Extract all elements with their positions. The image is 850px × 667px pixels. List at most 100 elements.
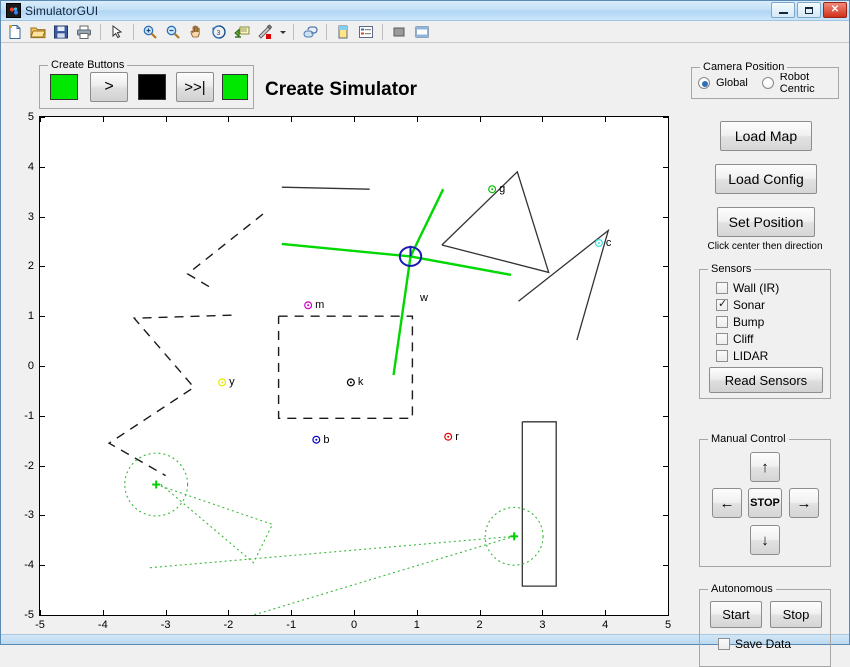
y-tick-label: -3 (24, 509, 34, 522)
x-tick-label: -1 (286, 619, 297, 631)
radio-robot-centric-label: Robot Centric (779, 71, 815, 95)
print-figure-icon[interactable] (73, 22, 95, 42)
beacon-label-c: c (605, 236, 612, 249)
open-file-icon[interactable] (27, 22, 49, 42)
y-tick (40, 266, 45, 268)
plot-axes[interactable]: -5 -4 -3 -2 -1 0 1 2 3 4 5 -5 -4 -3 -2 -1 0 1 2 3 4 5 g c m y k b r… (24, 111, 671, 631)
link-plot-icon[interactable] (299, 22, 321, 42)
sonar-ray-2 (409, 188, 445, 257)
sonar-ray-0 (281, 242, 411, 258)
beacon-label-m: m (315, 299, 325, 312)
zoom-in-icon[interactable] (139, 22, 161, 42)
x-tick (479, 117, 481, 122)
colorbar-icon[interactable] (332, 22, 354, 42)
y-tick-label: 0 (27, 360, 34, 372)
x-tick (40, 610, 41, 615)
maximize-button[interactable] (797, 2, 821, 18)
move-right-button[interactable]: → (789, 488, 819, 518)
autonomous-stop-button[interactable]: Stop (770, 601, 822, 628)
sensor-row-bump[interactable]: Bump (700, 313, 830, 330)
move-down-button[interactable]: ↓ (750, 525, 780, 555)
x-tick-label: 5 (664, 619, 672, 631)
trail-left (156, 482, 274, 564)
x-tick-label: 1 (413, 619, 420, 631)
toolbar-separator (133, 23, 134, 40)
set-position-hint: Click center then direction (707, 241, 823, 252)
window-title: SimulatorGUI (25, 3, 99, 18)
x-tick-label: -5 (35, 619, 45, 631)
brush-icon[interactable] (254, 22, 276, 42)
y-tick (40, 615, 45, 616)
save-data-row[interactable]: Save Data (700, 635, 791, 652)
y-tick (40, 565, 45, 567)
checkbox-sonar-label: Sonar (733, 297, 766, 312)
set-position-button[interactable]: Set Position (717, 207, 815, 237)
radio-global-label: Global (716, 77, 748, 89)
toolbar-separator (293, 23, 294, 40)
y-tick (40, 465, 45, 467)
close-button[interactable]: ✕ (823, 2, 847, 18)
pointer-select-icon[interactable] (106, 22, 128, 42)
radio-robot-centric[interactable] (761, 77, 774, 89)
save-figure-icon[interactable] (50, 22, 72, 42)
x-tick (40, 117, 41, 122)
move-left-button[interactable]: ← (712, 488, 742, 518)
stop-button[interactable]: STOP (748, 488, 782, 518)
x-tick-label: 2 (476, 619, 483, 631)
y-tick-label: -1 (24, 409, 34, 422)
radio-global[interactable] (698, 77, 710, 89)
checkbox-sonar[interactable] (716, 297, 728, 311)
x-tick-label: -2 (223, 619, 234, 631)
rotate-3d-icon[interactable]: 3 (208, 22, 230, 42)
checkbox-cliff[interactable] (716, 332, 728, 345)
checkbox-save-data[interactable] (718, 637, 730, 650)
sensor-row-wall-ir[interactable]: Wall (IR) (700, 279, 830, 296)
load-config-button[interactable]: Load Config (715, 164, 817, 194)
sensors-panel: Sensors Wall (IR) Sonar Bump (699, 263, 831, 399)
x-tick-label: 0 (350, 619, 358, 631)
x-tick (416, 117, 418, 122)
x-tick (102, 610, 104, 615)
dashed-box (277, 315, 414, 419)
x-tick-label: -4 (97, 619, 108, 631)
show-plot-tools-icon[interactable] (411, 22, 433, 42)
checkbox-lidar-label: LIDAR (733, 348, 769, 363)
x-tick (228, 117, 230, 122)
svg-text:3: 3 (217, 30, 221, 37)
hide-plot-tools-icon[interactable] (388, 22, 410, 42)
minimize-button[interactable] (771, 2, 795, 18)
new-figure-icon[interactable] (4, 22, 26, 42)
autonomous-start-button[interactable]: Start (710, 601, 762, 628)
beacon-g (488, 185, 497, 194)
checkbox-bump[interactable] (716, 315, 728, 328)
load-map-button[interactable]: Load Map (720, 121, 812, 151)
y-tick (40, 415, 45, 417)
y-tick (40, 166, 45, 168)
sensor-row-cliff[interactable]: Cliff (700, 330, 830, 347)
beacon-c (594, 238, 603, 247)
move-up-button[interactable]: ↑ (750, 452, 780, 482)
checkbox-bump-label: Bump (733, 314, 765, 329)
page-title: Create Simulator (264, 79, 418, 100)
manual-control-panel: Manual Control ↑ ← STOP → ↓ (699, 433, 831, 567)
read-sensors-button[interactable]: Read Sensors (709, 367, 823, 393)
chevron-down-icon[interactable] (277, 22, 288, 42)
sensor-row-lidar[interactable]: LIDAR (700, 347, 830, 364)
beacon-b (312, 435, 321, 444)
checkbox-lidar[interactable] (716, 349, 728, 362)
gui-body: Create Buttons > >>| Create Simulator -5… (1, 43, 849, 667)
sensor-row-sonar[interactable]: Sonar (700, 296, 830, 313)
x-tick (542, 610, 544, 615)
beacon-label-b: b (323, 433, 330, 446)
legend-icon[interactable] (355, 22, 377, 42)
checkbox-wall-ir[interactable] (716, 281, 728, 294)
figure-toolbar: 3 (1, 21, 849, 43)
simulator-window: SimulatorGUI ✕ 3 Create Buttons > >>| Cr… (0, 0, 850, 667)
data-cursor-icon[interactable] (231, 22, 253, 42)
pan-hand-icon[interactable] (185, 22, 207, 42)
zoom-out-icon[interactable] (162, 22, 184, 42)
y-tick (663, 166, 668, 168)
zigzag-left (186, 213, 264, 290)
matlab-icon (6, 3, 21, 18)
x-tick (416, 610, 418, 615)
